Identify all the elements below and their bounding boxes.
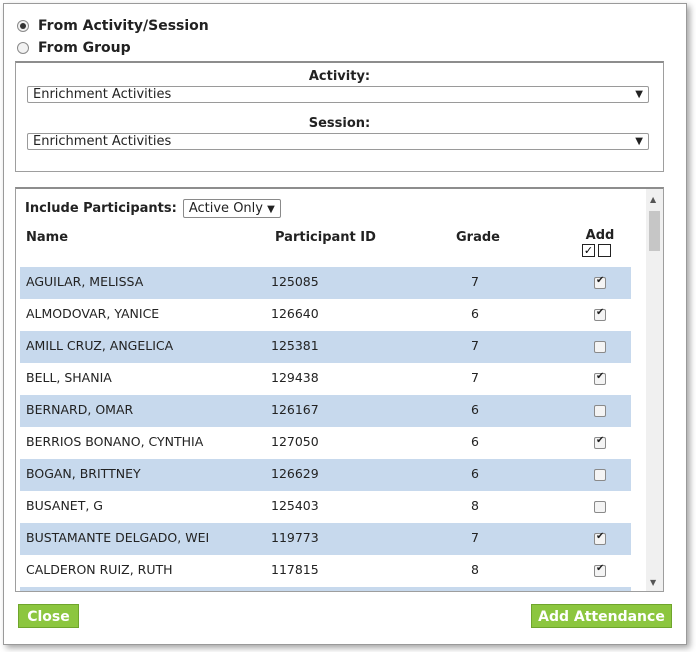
activity-select-value: Enrichment Activities — [33, 87, 172, 102]
add-checkbox[interactable] — [594, 501, 606, 513]
participant-name: ALMODOVAR, YANICE — [26, 306, 160, 321]
participant-name: BELL, SHANIA — [26, 370, 112, 385]
group-radio[interactable] — [17, 42, 29, 54]
check-all-icon[interactable]: ✓ — [582, 244, 595, 257]
participant-name: CALDERON RUIZ, RUTH — [26, 562, 173, 577]
participant-grade: 6 — [471, 466, 479, 481]
add-checkbox[interactable] — [594, 531, 606, 545]
participant-grade: 6 — [471, 434, 479, 449]
column-header-grade: Grade — [456, 230, 500, 245]
add-attendance-button[interactable]: Add Attendance — [531, 604, 672, 628]
participant-id: 125381 — [271, 338, 319, 353]
activity-session-panel: Activity: Enrichment Activities ▼ Sessio… — [15, 61, 664, 172]
table-row — [20, 587, 631, 591]
participant-name: AGUILAR, MELISSA — [26, 274, 144, 289]
group-label: From Group — [38, 40, 131, 56]
participant-id: 127050 — [271, 434, 319, 449]
scroll-up-icon[interactable]: ▲ — [650, 195, 656, 204]
session-label: Session: — [308, 116, 371, 131]
include-participants-label: Include Participants: — [25, 201, 177, 216]
table-row: AMILL CRUZ, ANGELICA 125381 7 — [20, 331, 631, 363]
participant-id: 126640 — [271, 306, 319, 321]
add-checkbox[interactable] — [594, 563, 606, 577]
column-header-participant-id: Participant ID — [275, 230, 376, 245]
participant-grade: 6 — [471, 402, 479, 417]
table-row: BERNARD, OMAR 126167 6 — [20, 395, 631, 427]
participants-panel: Include Participants: Active Only ▼ Name… — [15, 187, 664, 592]
add-checkbox[interactable] — [594, 469, 606, 481]
session-select[interactable]: Enrichment Activities ▼ — [27, 133, 649, 150]
activity-session-radio[interactable] — [17, 20, 29, 32]
column-header-add: Add — [585, 228, 615, 243]
close-button[interactable]: Close — [18, 604, 79, 628]
participant-id: 129438 — [271, 370, 319, 385]
participant-name: BUSANET, G — [26, 498, 103, 513]
participant-name: BERNARD, OMAR — [26, 402, 134, 417]
participant-grade: 8 — [471, 562, 479, 577]
select-all-controls: ✓ — [582, 244, 611, 257]
uncheck-all-icon[interactable] — [598, 244, 611, 257]
add-checkbox[interactable] — [594, 435, 606, 449]
add-checkbox[interactable] — [594, 307, 606, 321]
vertical-scrollbar[interactable]: ▲ ▼ — [646, 189, 663, 591]
participant-id: 117815 — [271, 562, 319, 577]
dropdown-arrow-icon: ▼ — [267, 204, 275, 215]
table-row: BOGAN, BRITTNEY 126629 6 — [20, 459, 631, 491]
add-checkbox[interactable] — [594, 275, 606, 289]
table-row: BUSANET, G 125403 8 — [20, 491, 631, 523]
include-participants: Include Participants: Active Only ▼ — [25, 199, 281, 218]
include-participants-value: Active Only — [188, 201, 263, 216]
include-participants-select[interactable]: Active Only ▼ — [182, 199, 281, 218]
session-select-value: Enrichment Activities — [33, 134, 172, 149]
participant-id: 119773 — [271, 530, 319, 545]
scroll-thumb[interactable] — [649, 211, 660, 251]
participant-name: AMILL CRUZ, ANGELICA — [26, 338, 174, 353]
dropdown-arrow-icon: ▼ — [635, 89, 643, 100]
participant-grade: 8 — [471, 498, 479, 513]
participant-grade: 7 — [471, 338, 479, 353]
participant-grade: 7 — [471, 274, 479, 289]
participant-id: 126629 — [271, 466, 319, 481]
table-row: AGUILAR, MELISSA 125085 7 — [20, 267, 631, 299]
activity-select[interactable]: Enrichment Activities ▼ — [27, 86, 649, 103]
table-row: ALMODOVAR, YANICE 126640 6 — [20, 299, 631, 331]
dropdown-arrow-icon: ▼ — [635, 136, 643, 147]
table-row: BUSTAMANTE DELGADO, WEI 119773 7 — [20, 523, 631, 555]
add-checkbox[interactable] — [594, 341, 606, 353]
from-group-option[interactable]: From Group — [17, 40, 131, 56]
table-row: CALDERON RUIZ, RUTH 117815 8 — [20, 555, 631, 587]
participant-name: BUSTAMANTE DELGADO, WEI — [26, 530, 210, 545]
add-checkbox[interactable] — [594, 405, 606, 417]
scroll-down-icon[interactable]: ▼ — [650, 578, 656, 587]
activity-label: Activity: — [308, 69, 371, 84]
activity-session-label: From Activity/Session — [38, 18, 209, 34]
participants-table: AGUILAR, MELISSA 125085 7 ALMODOVAR, YANICE… — [20, 267, 631, 591]
table-row: BERRIOS BONANO, CYNTHIA 127050 6 — [20, 427, 631, 459]
participant-name: BERRIOS BONANO, CYNTHIA — [26, 434, 204, 449]
participant-name: BOGAN, BRITTNEY — [26, 466, 141, 481]
participant-grade: 7 — [471, 370, 479, 385]
add-checkbox[interactable] — [594, 371, 606, 385]
table-row: BELL, SHANIA 129438 7 — [20, 363, 631, 395]
participant-grade: 7 — [471, 530, 479, 545]
participant-id: 125403 — [271, 498, 319, 513]
participant-grade: 6 — [471, 306, 479, 321]
participant-id: 126167 — [271, 402, 319, 417]
column-header-name: Name — [26, 230, 69, 245]
add-attendance-dialog: From Activity/Session From Group Activit… — [3, 3, 687, 645]
from-activity-session-option[interactable]: From Activity/Session — [17, 18, 209, 34]
participant-id: 125085 — [271, 274, 319, 289]
